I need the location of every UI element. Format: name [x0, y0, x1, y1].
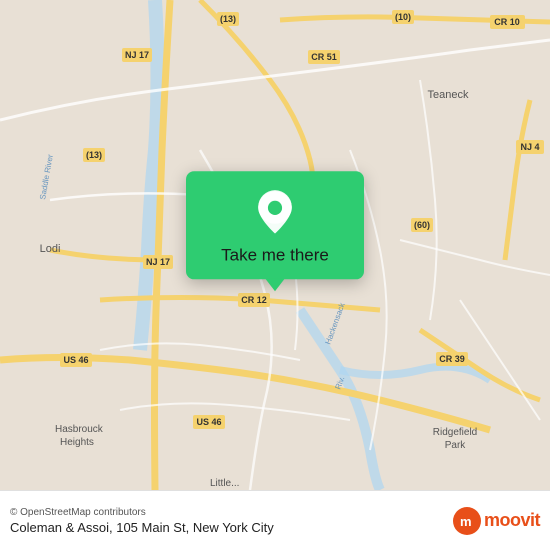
svg-text:Hasbrouck: Hasbrouck: [55, 424, 104, 435]
svg-text:US 46: US 46: [196, 417, 221, 427]
location-pin-icon: [252, 189, 298, 235]
svg-text:Little...: Little...: [210, 478, 239, 489]
svg-text:NJ 17: NJ 17: [146, 257, 170, 267]
svg-text:(13): (13): [86, 150, 102, 160]
svg-text:(13): (13): [220, 14, 236, 24]
popup-label: Take me there: [221, 245, 329, 265]
svg-text:Lodi: Lodi: [40, 243, 61, 255]
svg-text:NJ 17: NJ 17: [125, 50, 149, 60]
svg-text:CR 39: CR 39: [439, 354, 465, 364]
svg-text:Park: Park: [445, 440, 467, 451]
svg-text:NJ 4: NJ 4: [520, 142, 539, 152]
moovit-logo: m moovit: [453, 507, 540, 535]
svg-text:Teaneck: Teaneck: [428, 89, 469, 101]
svg-text:Heights: Heights: [60, 437, 94, 448]
popup-card[interactable]: Take me there: [186, 171, 364, 279]
svg-text:Ridgefield: Ridgefield: [433, 427, 477, 438]
bottom-bar: © OpenStreetMap contributors Coleman & A…: [0, 490, 550, 550]
svg-text:CR 12: CR 12: [241, 295, 267, 305]
svg-text:CR 51: CR 51: [311, 52, 337, 62]
svg-text:CR 10: CR 10: [494, 17, 520, 27]
moovit-text: moovit: [484, 510, 540, 531]
svg-text:(60): (60): [414, 220, 430, 230]
svg-text:m: m: [460, 514, 472, 529]
moovit-m-icon: m: [453, 507, 481, 535]
svg-text:US 46: US 46: [63, 355, 88, 365]
svg-text:(10): (10): [395, 12, 411, 22]
map-container: Hackensack Riv. Saddle River (13) (10) C…: [0, 0, 550, 490]
